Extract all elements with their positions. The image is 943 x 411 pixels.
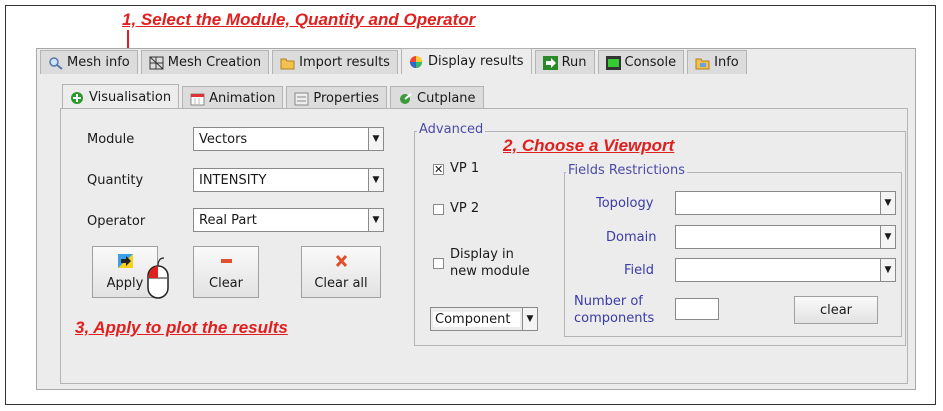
console-icon — [605, 55, 621, 70]
tab-console[interactable]: Console — [597, 50, 685, 74]
display-new-module-label: Display in new module — [450, 246, 530, 280]
operator-value: Real Part — [199, 212, 257, 228]
chevron-down-icon: ▼ — [368, 169, 383, 191]
module-value: Vectors — [199, 131, 248, 147]
vp1-label: VP 1 — [450, 161, 480, 176]
quantity-value: INTENSITY — [199, 172, 267, 188]
tab-visualisation[interactable]: Visualisation — [62, 84, 180, 110]
quantity-select[interactable]: INTENSITY ▼ — [193, 168, 384, 192]
display-new-module-checkbox[interactable] — [433, 258, 444, 269]
tab-label: Run — [561, 55, 587, 70]
tab-label: Console — [624, 55, 677, 70]
mesh-icon — [149, 56, 164, 70]
chevron-down-icon: ▼ — [880, 226, 895, 248]
fields-clear-label: clear — [819, 302, 853, 318]
num-components-label: Number of components — [574, 293, 654, 327]
chevron-down-icon: ▼ — [368, 128, 383, 150]
tab-display-results[interactable]: Display results — [400, 48, 532, 74]
num-components-input[interactable] — [675, 298, 719, 320]
advanced-title: Advanced — [417, 122, 486, 137]
tab-mesh-creation[interactable]: Mesh Creation — [140, 50, 270, 74]
properties-icon — [294, 92, 309, 106]
color-wheel-icon — [409, 55, 424, 69]
chevron-down-icon: ▼ — [368, 209, 383, 231]
tab-label: Mesh info — [67, 55, 130, 70]
apply-icon — [117, 253, 133, 268]
tab-info[interactable]: Info — [687, 50, 747, 74]
domain-select[interactable]: ▼ — [675, 225, 896, 249]
main-tab-bar: Mesh info Mesh Creation Import results D… — [40, 48, 750, 76]
vp1-checkbox[interactable]: ✕ — [433, 164, 444, 175]
apply-label: Apply — [106, 275, 144, 291]
close-icon — [334, 254, 349, 268]
field-label: Field — [624, 263, 655, 278]
module-select[interactable]: Vectors ▼ — [193, 127, 384, 151]
clear-button[interactable]: Clear — [193, 246, 259, 298]
run-arrow-icon — [542, 55, 558, 70]
tab-label: Mesh Creation — [167, 55, 262, 70]
tab-mesh-info[interactable]: Mesh info — [40, 50, 138, 74]
chevron-down-icon: ▼ — [880, 259, 895, 281]
clear-label: Clear — [209, 275, 243, 291]
num-components-line2: components — [574, 311, 655, 326]
tab-run[interactable]: Run — [534, 50, 595, 74]
minus-icon — [219, 254, 234, 268]
topology-select[interactable]: ▼ — [675, 191, 896, 215]
field-select[interactable]: ▼ — [675, 258, 896, 282]
annotation-step3: 3, Apply to plot the results — [75, 318, 288, 337]
topology-label: Topology — [596, 196, 654, 211]
tab-import-results[interactable]: Import results — [272, 50, 398, 74]
clear-all-label: Clear all — [314, 275, 368, 291]
tab-label: Visualisation — [89, 90, 172, 105]
fields-clear-button[interactable]: clear — [794, 296, 878, 324]
folder-icon — [280, 56, 295, 70]
num-components-line1: Number of — [574, 294, 643, 309]
display-new-line1: Display in — [450, 247, 514, 262]
sub-tab-bar: Visualisation Animation Properties Cutpl… — [62, 84, 487, 110]
cutplane-icon — [398, 92, 413, 106]
operator-label: Operator — [87, 214, 146, 229]
tab-label: Import results — [299, 55, 390, 70]
clear-all-button[interactable]: Clear all — [301, 246, 381, 298]
module-label: Module — [87, 132, 135, 147]
fields-restrictions-title: Fields Restrictions — [566, 163, 688, 178]
tab-label: Properties — [313, 91, 380, 106]
tab-label: Display results — [427, 54, 524, 69]
tab-label: Animation — [209, 91, 276, 106]
chevron-down-icon: ▼ — [522, 308, 537, 330]
tab-properties[interactable]: Properties — [286, 86, 388, 110]
mouse-click-icon — [147, 257, 169, 299]
plus-circle-icon — [70, 91, 85, 105]
domain-label: Domain — [606, 230, 657, 245]
calendar-icon — [190, 92, 205, 106]
chevron-down-icon: ▼ — [880, 192, 895, 214]
vp2-checkbox[interactable] — [433, 204, 444, 215]
tab-cutplane[interactable]: Cutplane — [390, 86, 484, 110]
tab-label: Info — [714, 55, 739, 70]
display-new-line2: new module — [450, 264, 530, 279]
tab-animation[interactable]: Animation — [182, 86, 284, 110]
annotation-step2: 2, Choose a Viewport — [503, 136, 675, 155]
info-icon — [695, 56, 710, 70]
quantity-label: Quantity — [87, 173, 144, 188]
component-select[interactable]: Component ▼ — [430, 307, 538, 331]
component-value: Component — [433, 311, 520, 327]
operator-select[interactable]: Real Part ▼ — [193, 208, 384, 232]
magnifier-icon — [48, 56, 63, 70]
tab-label: Cutplane — [417, 91, 476, 106]
vp2-label: VP 2 — [450, 201, 480, 216]
